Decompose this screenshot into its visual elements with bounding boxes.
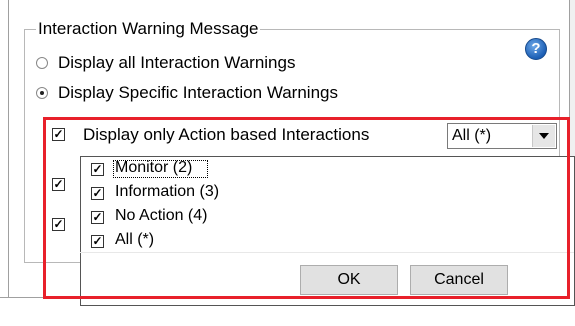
ok-button[interactable]: OK	[300, 265, 398, 295]
dropdown-item-label[interactable]: All (*)	[115, 230, 154, 250]
interaction-level-combo[interactable]: All (*)	[447, 123, 557, 149]
hidden-checkbox-2[interactable]: ✓	[52, 218, 65, 231]
action-based-checkbox[interactable]: ✓	[52, 128, 65, 141]
dropdown-item-label[interactable]: Information (3)	[115, 182, 219, 202]
hidden-checkbox-1[interactable]: ✓	[52, 178, 65, 191]
dropdown-item-checkbox[interactable]: ✓	[91, 235, 104, 248]
groupbox-title: Interaction Warning Message	[36, 19, 261, 39]
radio-display-all-label[interactable]: Display all Interaction Warnings	[58, 53, 295, 73]
radio-display-all[interactable]	[36, 57, 48, 69]
window-left-border	[8, 0, 9, 298]
chevron-down-icon	[539, 133, 549, 139]
combo-dropdown-button[interactable]	[532, 125, 555, 147]
action-based-label[interactable]: Display only Action based Interactions	[83, 125, 369, 145]
radio-selected-dot	[40, 91, 44, 95]
cancel-button[interactable]: Cancel	[410, 265, 508, 295]
dropdown-item-label[interactable]: Monitor (2)	[115, 158, 192, 178]
radio-display-specific[interactable]	[36, 87, 48, 99]
dropdown-item-checkbox[interactable]: ✓	[91, 187, 104, 200]
help-icon[interactable]: ?	[525, 38, 547, 60]
dropdown-item-checkbox[interactable]: ✓	[91, 163, 104, 176]
dropdown-item-checkbox[interactable]: ✓	[91, 211, 104, 224]
radio-display-specific-label[interactable]: Display Specific Interaction Warnings	[58, 83, 338, 103]
combo-selected-value: All (*)	[452, 127, 492, 144]
dropdown-item-label[interactable]: No Action (4)	[115, 206, 207, 226]
